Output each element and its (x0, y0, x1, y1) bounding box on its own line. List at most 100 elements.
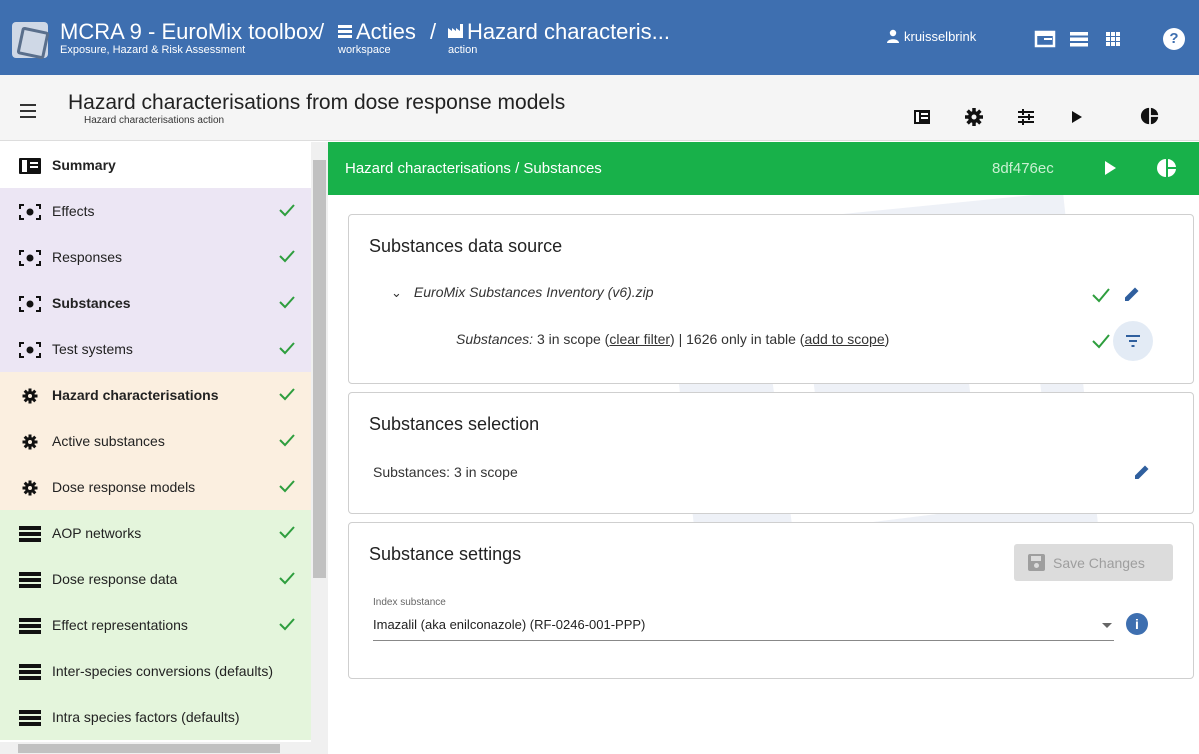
focus-icon (19, 204, 41, 220)
sidebar-item-dose-response-models[interactable]: Dose response models (0, 464, 311, 510)
breadcrumb-workspace-label: Acties (356, 19, 416, 44)
card-title: Substance settings (369, 544, 522, 564)
table-icon (19, 526, 41, 542)
action-hash: 8df476ec (992, 160, 1054, 177)
section-header: Hazard characterisations / Substances 8d… (328, 142, 1199, 195)
selection-summary: Substances: 3 in scope (373, 464, 518, 480)
check-icon (279, 572, 295, 585)
sidebar-item-intra-species-factors[interactable]: Intra species factors (defaults) (0, 694, 311, 740)
filter-icon (1126, 335, 1140, 347)
add-to-scope-link[interactable]: add to scope (804, 331, 884, 347)
gear-icon (22, 434, 38, 450)
scope-separator: | (678, 331, 683, 347)
check-icon (279, 250, 295, 263)
play-icon[interactable] (1100, 158, 1120, 178)
clear-filter-link[interactable]: clear filter (609, 331, 670, 347)
sidebar-item-label: Effect representations (52, 617, 188, 633)
sidebar-item-hazard-characterisations[interactable]: Hazard characterisations (0, 372, 311, 418)
summary-icon[interactable] (912, 107, 932, 127)
settings-sliders-icon[interactable] (1016, 107, 1036, 127)
breadcrumb-workspace[interactable]: Acties workspace (338, 20, 416, 56)
summary-icon (19, 158, 41, 174)
table-icon (338, 25, 352, 38)
sidebar-horizontal-scrollbar[interactable] (0, 742, 328, 754)
table-icon (19, 572, 41, 588)
user-menu[interactable]: kruisselbrink (886, 29, 976, 44)
check-icon (279, 204, 295, 217)
app-subtitle: Exposure, Hazard & Risk Assessment (60, 44, 246, 56)
breadcrumb-separator: / (318, 19, 325, 44)
check-icon (279, 618, 295, 631)
help-icon[interactable]: ? (1163, 28, 1185, 50)
check-icon (1092, 334, 1110, 349)
save-changes-button[interactable]: Save Changes (1014, 544, 1173, 581)
app-logo-icon[interactable] (12, 22, 48, 58)
sidebar-item-label: Dose response data (52, 571, 178, 587)
edit-pencil-icon[interactable] (1123, 285, 1141, 303)
only-in-table-count: 1626 only in table (686, 331, 796, 347)
breadcrumb-action-sub: action (448, 44, 478, 56)
table-icon (19, 618, 41, 634)
scope-count: 3 in scope (536, 331, 601, 347)
edit-pencil-icon[interactable] (1133, 463, 1151, 481)
sidebar-item-test-systems[interactable]: Test systems (0, 326, 311, 372)
scrollbar-thumb[interactable] (313, 160, 326, 578)
index-substance-select[interactable]: Imazalil (aka enilconazole) (RF-0246-001… (373, 617, 1114, 641)
action-header: Hazard characterisations from dose respo… (0, 75, 1199, 141)
sidebar-item-effects[interactable]: Effects (0, 188, 311, 234)
index-substance-value: Imazalil (aka enilconazole) (RF-0246-001… (373, 617, 646, 632)
sidebar-item-label: Responses (52, 249, 123, 265)
table-icon (19, 664, 41, 680)
sidebar-item-label: Intra species factors (defaults) (52, 709, 240, 725)
scrollbar-thumb[interactable] (18, 744, 280, 753)
sidebar-item-inter-species-conversions[interactable]: Inter-species conversions (defaults) (0, 648, 311, 694)
factory-icon (448, 24, 463, 38)
list-icon[interactable] (1068, 29, 1090, 49)
check-icon (279, 480, 295, 493)
pie-chart-icon[interactable] (1140, 106, 1160, 126)
sidebar-item-label: Dose response models (52, 479, 196, 495)
sidebar-item-aop-networks[interactable]: AOP networks (0, 510, 311, 556)
info-icon[interactable]: i (1126, 613, 1148, 635)
sidebar-vertical-scrollbar[interactable] (311, 142, 328, 742)
breadcrumb-action[interactable]: Hazard characteris... action (448, 20, 670, 56)
index-substance-label: Index substance (373, 597, 446, 608)
gear-icon[interactable] (964, 107, 984, 127)
datasource-file-row[interactable]: ⌄ EuroMix Substances Inventory (v6).zip (391, 284, 654, 301)
gear-icon (22, 388, 38, 404)
apps-grid-icon[interactable] (1102, 29, 1124, 49)
check-icon (279, 434, 295, 447)
save-icon (1028, 554, 1045, 571)
scope-label: Substances: (456, 331, 534, 347)
filter-button[interactable] (1113, 321, 1153, 361)
check-icon (279, 388, 295, 401)
breadcrumb-workspace-sub: workspace (338, 44, 391, 56)
app-title[interactable]: MCRA 9 - EuroMix toolbox Exposure, Hazar… (60, 20, 319, 57)
main-content: Hazard characterisations / Substances 8d… (328, 142, 1199, 754)
sidebar-item-dose-response-data[interactable]: Dose response data (0, 556, 311, 602)
sidebar-item-label: Hazard characterisations (52, 387, 219, 403)
play-icon[interactable] (1066, 107, 1086, 127)
panel-icon[interactable] (1034, 29, 1056, 49)
sidebar-item-summary[interactable]: Summary (0, 142, 311, 188)
hamburger-menu-icon[interactable] (20, 104, 36, 118)
page-title: Hazard characterisations from dose respo… (68, 91, 566, 114)
chevron-down-icon[interactable]: ⌄ (391, 285, 402, 300)
sidebar-item-label: Inter-species conversions (defaults) (52, 663, 273, 679)
username: kruisselbrink (904, 29, 977, 44)
check-icon (279, 342, 295, 355)
focus-icon (19, 250, 41, 266)
sidebar-item-responses[interactable]: Responses (0, 234, 311, 280)
pie-chart-icon[interactable] (1156, 157, 1178, 179)
sidebar-item-label: AOP networks (52, 525, 142, 541)
sidebar-item-substances[interactable]: Substances (0, 280, 311, 326)
focus-icon (19, 296, 41, 312)
sidebar-item-effect-representations[interactable]: Effect representations (0, 602, 311, 648)
gear-icon (22, 480, 38, 496)
sidebar-item-label: Active substances (52, 433, 165, 449)
breadcrumb-separator: / (430, 19, 437, 44)
sidebar-item-active-substances[interactable]: Active substances (0, 418, 311, 464)
datasource-card: Substances data source ⌄ EuroMix Substanc… (348, 214, 1194, 384)
sidebar-item-label: Substances (52, 295, 131, 311)
card-title: Substances selection (369, 414, 540, 434)
